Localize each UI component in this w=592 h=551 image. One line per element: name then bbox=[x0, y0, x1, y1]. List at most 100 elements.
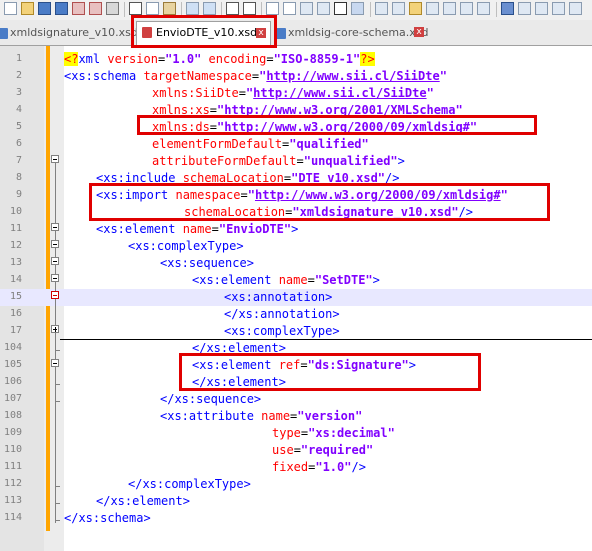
fold-end-mark bbox=[55, 520, 60, 521]
zoom-in-icon[interactable] bbox=[266, 2, 279, 15]
fold-toggle-icon[interactable] bbox=[51, 257, 59, 265]
code-text: <xs:attribute name="version" bbox=[160, 409, 363, 423]
toolbar-separator bbox=[124, 2, 125, 17]
fold-expand-icon[interactable] bbox=[51, 325, 59, 333]
window-icon[interactable] bbox=[552, 2, 565, 15]
code-text: <xs:schema targetNamespace="http://www.s… bbox=[64, 69, 447, 83]
code-line: 3 xmlns:SiiDte="http://www.sii.cl/SiiDte… bbox=[0, 85, 592, 102]
code-line: 12 <xs:complexType> bbox=[0, 238, 592, 255]
line-number: 2 bbox=[15, 70, 22, 81]
tab-label: xmldsignature_v10.xsd bbox=[10, 26, 138, 39]
code-line: 109 type="xs:decimal" bbox=[0, 425, 592, 442]
tab-xmldsig-core[interactable]: xmldsig-core-schema.xsd x bbox=[276, 23, 429, 44]
line-number: 8 bbox=[15, 172, 22, 183]
code-text: <xs:complexType> bbox=[128, 239, 244, 253]
line-number: 109 bbox=[3, 427, 22, 438]
sync-scroll-icon[interactable] bbox=[300, 2, 313, 15]
fold-toggle-icon[interactable] bbox=[51, 274, 59, 282]
line-number: 13 bbox=[9, 257, 22, 268]
save-icon[interactable] bbox=[38, 2, 51, 15]
show-all-chars-icon[interactable] bbox=[334, 2, 347, 15]
line-number: 110 bbox=[3, 444, 22, 455]
word-wrap-icon[interactable] bbox=[317, 2, 330, 15]
toolbar bbox=[0, 0, 592, 21]
indent-guide-icon[interactable] bbox=[351, 2, 364, 15]
line-number: 108 bbox=[3, 410, 22, 421]
grid-icon[interactable] bbox=[569, 2, 582, 15]
replace-icon[interactable] bbox=[243, 2, 256, 15]
fold-end-mark bbox=[55, 350, 60, 351]
line-number: 104 bbox=[3, 342, 22, 353]
zoom-out-icon[interactable] bbox=[283, 2, 296, 15]
align-list-icon[interactable] bbox=[518, 2, 531, 15]
paste-icon[interactable] bbox=[163, 2, 176, 15]
code-line: 11 <xs:element name="EnvioDTE"> bbox=[0, 221, 592, 238]
macro-play-icon[interactable] bbox=[477, 2, 490, 15]
print-icon[interactable] bbox=[106, 2, 119, 15]
fold-toggle-icon[interactable] bbox=[51, 291, 59, 299]
toolbar-separator bbox=[496, 2, 497, 17]
code-text: <xs:element name="EnvioDTE"> bbox=[96, 222, 299, 236]
close-icon[interactable] bbox=[72, 2, 85, 15]
line-number: 7 bbox=[15, 155, 22, 166]
line-number: 114 bbox=[3, 512, 22, 523]
find-icon[interactable] bbox=[226, 2, 239, 15]
macro-record-icon[interactable] bbox=[443, 2, 456, 15]
code-line: 107 </xs:sequence> bbox=[0, 391, 592, 408]
redo-icon[interactable] bbox=[203, 2, 216, 15]
save-all-icon[interactable] bbox=[55, 2, 68, 15]
copy-icon[interactable] bbox=[146, 2, 159, 15]
line-number: 4 bbox=[15, 104, 22, 115]
line-number: 14 bbox=[9, 274, 22, 285]
new-file-icon[interactable] bbox=[4, 2, 17, 15]
highlight-box-xmlns-ds bbox=[137, 115, 537, 135]
code-line: 108 <xs:attribute name="version" bbox=[0, 408, 592, 425]
code-line: 2 <xs:schema targetNamespace="http://www… bbox=[0, 68, 592, 85]
line-number: 3 bbox=[15, 87, 22, 98]
line-number: 106 bbox=[3, 376, 22, 387]
highlight-box-signature-ref bbox=[179, 353, 481, 391]
fold-toggle-icon[interactable] bbox=[51, 155, 59, 163]
line-number: 107 bbox=[3, 393, 22, 404]
cut-icon[interactable] bbox=[129, 2, 142, 15]
close-all-icon[interactable] bbox=[89, 2, 102, 15]
function-list-icon[interactable] bbox=[392, 2, 405, 15]
code-text: fixed="1.0"/> bbox=[272, 460, 366, 474]
code-text: <xs:element name="SetDTE"> bbox=[192, 273, 380, 287]
monitoring-icon[interactable] bbox=[426, 2, 439, 15]
close-icon[interactable]: x bbox=[414, 27, 424, 37]
code-text: use="required" bbox=[272, 443, 374, 457]
code-line: 114 </xs:schema> bbox=[0, 510, 592, 527]
tab-label: xmldsig-core-schema.xsd bbox=[288, 26, 429, 39]
undo-icon[interactable] bbox=[186, 2, 199, 15]
code-text: xmlns:SiiDte="http://www.sii.cl/SiiDte" bbox=[152, 86, 434, 100]
code-line: 16 </xs:annotation> bbox=[0, 306, 592, 323]
line-number: 6 bbox=[15, 138, 22, 149]
fold-toggle-icon[interactable] bbox=[51, 359, 59, 367]
code-text: </xs:complexType> bbox=[128, 477, 251, 491]
code-line: 110 use="required" bbox=[0, 442, 592, 459]
fold-toggle-icon[interactable] bbox=[51, 240, 59, 248]
code-text: <xs:annotation> bbox=[224, 290, 333, 304]
code-line: 113 </xs:element> bbox=[0, 493, 592, 510]
align-left-icon[interactable] bbox=[501, 2, 514, 15]
line-number: 16 bbox=[9, 308, 22, 319]
doc-map-icon[interactable] bbox=[375, 2, 388, 15]
code-line-current: 15 <xs:annotation> bbox=[0, 289, 592, 306]
tab-xmldsignature[interactable]: xmldsignature_v10.xsd bbox=[0, 23, 138, 44]
code-text: <xs:complexType> bbox=[224, 324, 340, 338]
lines-icon[interactable] bbox=[535, 2, 548, 15]
highlight-box-import bbox=[89, 183, 550, 221]
code-line: 6 elementFormDefault="qualified" bbox=[0, 136, 592, 153]
code-text: attributeFormDefault="unqualified"> bbox=[152, 154, 405, 168]
highlight-box-tab bbox=[131, 15, 277, 48]
folder-workspace-icon[interactable] bbox=[409, 2, 422, 15]
code-text: elementFormDefault="qualified" bbox=[152, 137, 369, 151]
fold-toggle-icon[interactable] bbox=[51, 223, 59, 231]
code-line: 14 <xs:element name="SetDTE"> bbox=[0, 272, 592, 289]
macro-stop-icon[interactable] bbox=[460, 2, 473, 15]
line-number: 11 bbox=[9, 223, 22, 234]
file-icon bbox=[0, 28, 8, 39]
open-file-icon[interactable] bbox=[21, 2, 34, 15]
code-line: 112 </xs:complexType> bbox=[0, 476, 592, 493]
